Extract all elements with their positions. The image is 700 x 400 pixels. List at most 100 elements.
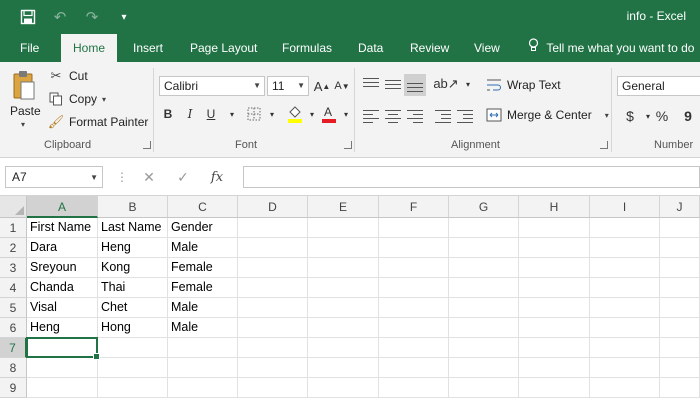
column-header-a[interactable]: A xyxy=(27,196,98,218)
cell-c8[interactable] xyxy=(168,358,238,378)
row-header-2[interactable]: 2 xyxy=(0,238,27,258)
cell-g1[interactable] xyxy=(449,218,519,238)
tab-file[interactable]: File xyxy=(20,34,39,62)
cell-h6[interactable] xyxy=(519,318,590,338)
orientation-dropdown-icon[interactable]: ▾ xyxy=(458,74,478,94)
tab-insert[interactable]: Insert xyxy=(133,34,163,62)
cell-h4[interactable] xyxy=(519,278,590,298)
font-size-select[interactable]: 11 ▼ xyxy=(267,76,309,96)
column-header-i[interactable]: I xyxy=(590,196,660,218)
cell-b7[interactable] xyxy=(98,338,168,358)
insert-function-icon[interactable]: fx xyxy=(200,170,234,185)
decrease-font-size-button[interactable]: A ▼ xyxy=(332,76,352,96)
cell-f5[interactable] xyxy=(379,298,449,318)
cell-g9[interactable] xyxy=(449,378,519,398)
row-header-7[interactable]: 7 xyxy=(0,338,27,358)
cell-f9[interactable] xyxy=(379,378,449,398)
cell-d2[interactable] xyxy=(238,238,308,258)
cell-b8[interactable] xyxy=(98,358,168,378)
cell-e9[interactable] xyxy=(308,378,379,398)
currency-button[interactable]: $ xyxy=(620,106,640,126)
merge-dropdown-icon[interactable]: ▾ xyxy=(605,111,609,120)
save-icon[interactable] xyxy=(18,7,38,27)
cell-a3[interactable]: Sreyoun xyxy=(27,258,98,278)
cell-c3[interactable]: Female xyxy=(168,258,238,278)
cell-f7[interactable] xyxy=(379,338,449,358)
cell-g8[interactable] xyxy=(449,358,519,378)
cell-d5[interactable] xyxy=(238,298,308,318)
cell-f2[interactable] xyxy=(379,238,449,258)
cell-f3[interactable] xyxy=(379,258,449,278)
cell-a1[interactable]: First Name xyxy=(27,218,98,238)
cell-e2[interactable] xyxy=(308,238,379,258)
cell-b3[interactable]: Kong xyxy=(98,258,168,278)
merge-center-button[interactable]: Merge & Center ▾ xyxy=(486,107,609,123)
borders-button[interactable] xyxy=(244,104,264,124)
cell-b9[interactable] xyxy=(98,378,168,398)
column-header-f[interactable]: F xyxy=(379,196,449,218)
cell-h2[interactable] xyxy=(519,238,590,258)
undo-icon[interactable]: ↶ xyxy=(50,7,70,27)
cell-d8[interactable] xyxy=(238,358,308,378)
cell-h8[interactable] xyxy=(519,358,590,378)
cell-f8[interactable] xyxy=(379,358,449,378)
cancel-icon[interactable]: ✕ xyxy=(132,169,166,186)
cell-e3[interactable] xyxy=(308,258,379,278)
cell-g3[interactable] xyxy=(449,258,519,278)
cell-i3[interactable] xyxy=(590,258,660,278)
cell-a5[interactable]: Visal xyxy=(27,298,98,318)
cell-e6[interactable] xyxy=(308,318,379,338)
cell-e1[interactable] xyxy=(308,218,379,238)
name-box[interactable]: A7 ▼ xyxy=(5,166,103,188)
top-align-icon[interactable] xyxy=(362,76,380,92)
cell-d6[interactable] xyxy=(238,318,308,338)
align-center-icon[interactable] xyxy=(384,108,402,124)
formula-input[interactable] xyxy=(243,166,700,188)
tell-me-search[interactable]: Tell me what you want to do xyxy=(528,34,694,62)
cell-i9[interactable] xyxy=(590,378,660,398)
cell-b1[interactable]: Last Name xyxy=(98,218,168,238)
underline-button[interactable]: U xyxy=(201,104,221,124)
cell-d9[interactable] xyxy=(238,378,308,398)
cell-i2[interactable] xyxy=(590,238,660,258)
cell-b6[interactable]: Hong xyxy=(98,318,168,338)
cell-g2[interactable] xyxy=(449,238,519,258)
bold-button[interactable]: B xyxy=(158,104,178,124)
tab-formulas[interactable]: Formulas xyxy=(282,34,332,62)
wrap-text-button[interactable]: Wrap Text xyxy=(486,77,561,93)
tab-home[interactable]: Home xyxy=(61,34,118,62)
cell-j3[interactable] xyxy=(660,258,700,278)
borders-dropdown-icon[interactable]: ▾ xyxy=(262,104,282,124)
italic-button[interactable]: I xyxy=(180,104,200,124)
cell-i7[interactable] xyxy=(590,338,660,358)
comma-style-button[interactable]: 9 xyxy=(678,106,698,126)
cell-b2[interactable]: Heng xyxy=(98,238,168,258)
cell-a8[interactable] xyxy=(27,358,98,378)
redo-icon[interactable]: ↷ xyxy=(82,7,102,27)
cell-j5[interactable] xyxy=(660,298,700,318)
row-header-4[interactable]: 4 xyxy=(0,278,27,298)
cell-f4[interactable] xyxy=(379,278,449,298)
column-header-d[interactable]: D xyxy=(238,196,308,218)
cell-d3[interactable] xyxy=(238,258,308,278)
font-family-select[interactable]: Calibri ▼ xyxy=(159,76,265,96)
font-color-dropdown-icon[interactable]: ▾ xyxy=(336,104,356,124)
cell-a4[interactable]: Chanda xyxy=(27,278,98,298)
clipboard-launcher-icon[interactable] xyxy=(143,141,151,149)
tab-review[interactable]: Review xyxy=(410,34,449,62)
cell-c4[interactable]: Female xyxy=(168,278,238,298)
cell-j6[interactable] xyxy=(660,318,700,338)
cell-a2[interactable]: Dara xyxy=(27,238,98,258)
cell-c5[interactable]: Male xyxy=(168,298,238,318)
cell-h5[interactable] xyxy=(519,298,590,318)
column-header-g[interactable]: G xyxy=(449,196,519,218)
cut-button[interactable]: ✂ Cut xyxy=(48,68,88,84)
decrease-indent-icon[interactable] xyxy=(434,108,452,124)
select-all-button[interactable] xyxy=(0,196,27,218)
column-header-e[interactable]: E xyxy=(308,196,379,218)
copy-button[interactable]: Copy ▾ xyxy=(48,91,106,107)
row-header-3[interactable]: 3 xyxy=(0,258,27,278)
font-launcher-icon[interactable] xyxy=(344,141,352,149)
tab-page-layout[interactable]: Page Layout xyxy=(190,34,257,62)
bottom-align-icon[interactable] xyxy=(404,74,426,96)
